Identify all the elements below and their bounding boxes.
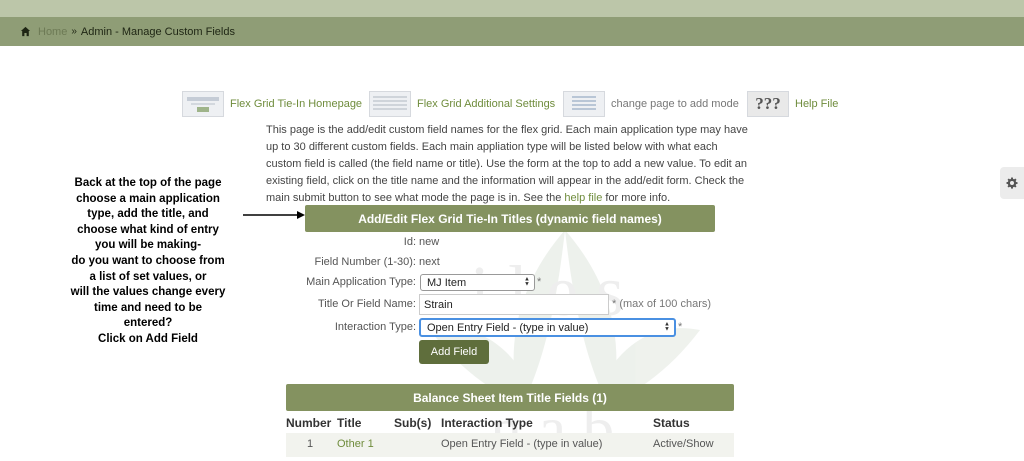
field-number-label: Field Number (1-30): (314, 256, 416, 268)
gear-icon (1006, 177, 1018, 189)
settings-side-tab[interactable] (1000, 167, 1024, 199)
nav-additional-settings-label[interactable]: Flex Grid Additional Settings (417, 98, 555, 110)
column-header-number[interactable]: Number (286, 416, 331, 430)
nav-help-file-label[interactable]: Help File (795, 98, 838, 110)
top-band (0, 0, 1024, 17)
intro-text: This page is the add/edit custom field n… (266, 124, 748, 204)
callout-line: you will be making- (94, 239, 202, 252)
app-type-select[interactable]: MJ Item ▲ ▼ (420, 274, 535, 291)
row-interaction-type: Open Entry Field - (type in value) (441, 438, 603, 450)
nav-homepage-label[interactable]: Flex Grid Tie-In Homepage (230, 98, 362, 110)
breadcrumb: Home » Admin - Manage Custom Fields (0, 17, 1024, 46)
nav-help-file[interactable]: ??? Help File (747, 90, 838, 118)
interaction-required-mark: * (678, 321, 683, 333)
app-type-row: Main Application Type: (300, 276, 416, 290)
interaction-type-select[interactable]: Open Entry Field - (type in value) ▲ ▼ (419, 318, 676, 337)
id-row: Id: (300, 236, 416, 250)
column-header-status[interactable]: Status (653, 416, 690, 430)
callout-line: a list of set values, or (89, 270, 207, 283)
callout-line: Click on Add Field (98, 332, 198, 345)
callout-line: entered? (123, 317, 173, 330)
interaction-row: Interaction Type: (300, 321, 416, 335)
column-header-title[interactable]: Title (337, 416, 361, 430)
id-value: new (419, 236, 440, 248)
interaction-label: Interaction Type: (334, 321, 416, 333)
callout-line: choose a main application (76, 192, 220, 205)
homepage-thumbnail-icon (182, 91, 224, 117)
breadcrumb-separator: » (71, 26, 77, 37)
callout-line: time and need to be (94, 301, 202, 314)
add-field-button[interactable]: Add Field (419, 340, 489, 364)
select-arrows-icon: ▲ ▼ (524, 276, 530, 288)
help-thumbnail-text: ??? (755, 94, 781, 113)
title-label: Title Or Field Name: (317, 298, 416, 310)
callout-line: Back at the top of the page (74, 177, 222, 189)
nav-add-mode[interactable]: change page to add mode (563, 90, 739, 118)
breadcrumb-current: Admin - Manage Custom Fields (80, 25, 235, 38)
nav-additional-settings[interactable]: Flex Grid Additional Settings (369, 90, 555, 118)
column-header-subs[interactable]: Sub(s) (394, 416, 431, 430)
callout-annotation: Back at the top of the page choose a mai… (52, 176, 244, 348)
column-header-interaction-type[interactable]: Interaction Type (441, 416, 533, 430)
breadcrumb-home-link[interactable]: Home (38, 26, 67, 38)
intro-suffix: for more info. (602, 192, 671, 204)
field-number-row: Field Number (1-30): (300, 256, 416, 270)
app-type-required-mark: * (537, 276, 542, 288)
home-icon[interactable] (20, 26, 31, 37)
callout-line: choose what kind of entry (77, 223, 219, 236)
id-label: Id: (403, 236, 416, 248)
callout-line: will the values change every (70, 286, 226, 299)
row-status: Active/Show (653, 438, 714, 450)
callout-line: do you want to choose from (71, 254, 225, 267)
add-mode-thumbnail-icon (563, 91, 605, 117)
callout-line: type, add the title, and (87, 208, 209, 221)
row-number: 1 (307, 438, 314, 450)
select-arrows-icon: ▲ ▼ (664, 321, 670, 333)
settings-thumbnail-icon (369, 91, 411, 117)
help-file-link[interactable]: help file (564, 192, 602, 204)
callout-arrow-icon (243, 211, 305, 219)
help-thumbnail-icon: ??? (747, 91, 789, 117)
interaction-type-selected: Open Entry Field - (type in value) (427, 321, 589, 334)
row-title-link[interactable]: Other 1 (337, 438, 374, 450)
title-max-note: * (max of 100 chars) (612, 298, 712, 310)
title-row: Title Or Field Name: (300, 298, 416, 312)
app-type-selected: MJ Item (427, 276, 467, 289)
title-input[interactable]: Strain (419, 294, 609, 315)
intro-paragraph: This page is the add/edit custom field n… (266, 122, 756, 207)
form-header: Add/Edit Flex Grid Tie-In Titles (dynami… (305, 205, 715, 232)
nav-add-mode-label[interactable]: change page to add mode (611, 98, 739, 110)
table-header: Balance Sheet Item Title Fields (1) (286, 384, 734, 411)
title-input-value: Strain (424, 298, 453, 311)
field-number-value: next (419, 256, 440, 268)
nav-homepage[interactable]: Flex Grid Tie-In Homepage (182, 90, 362, 118)
app-type-label: Main Application Type: (306, 276, 416, 288)
